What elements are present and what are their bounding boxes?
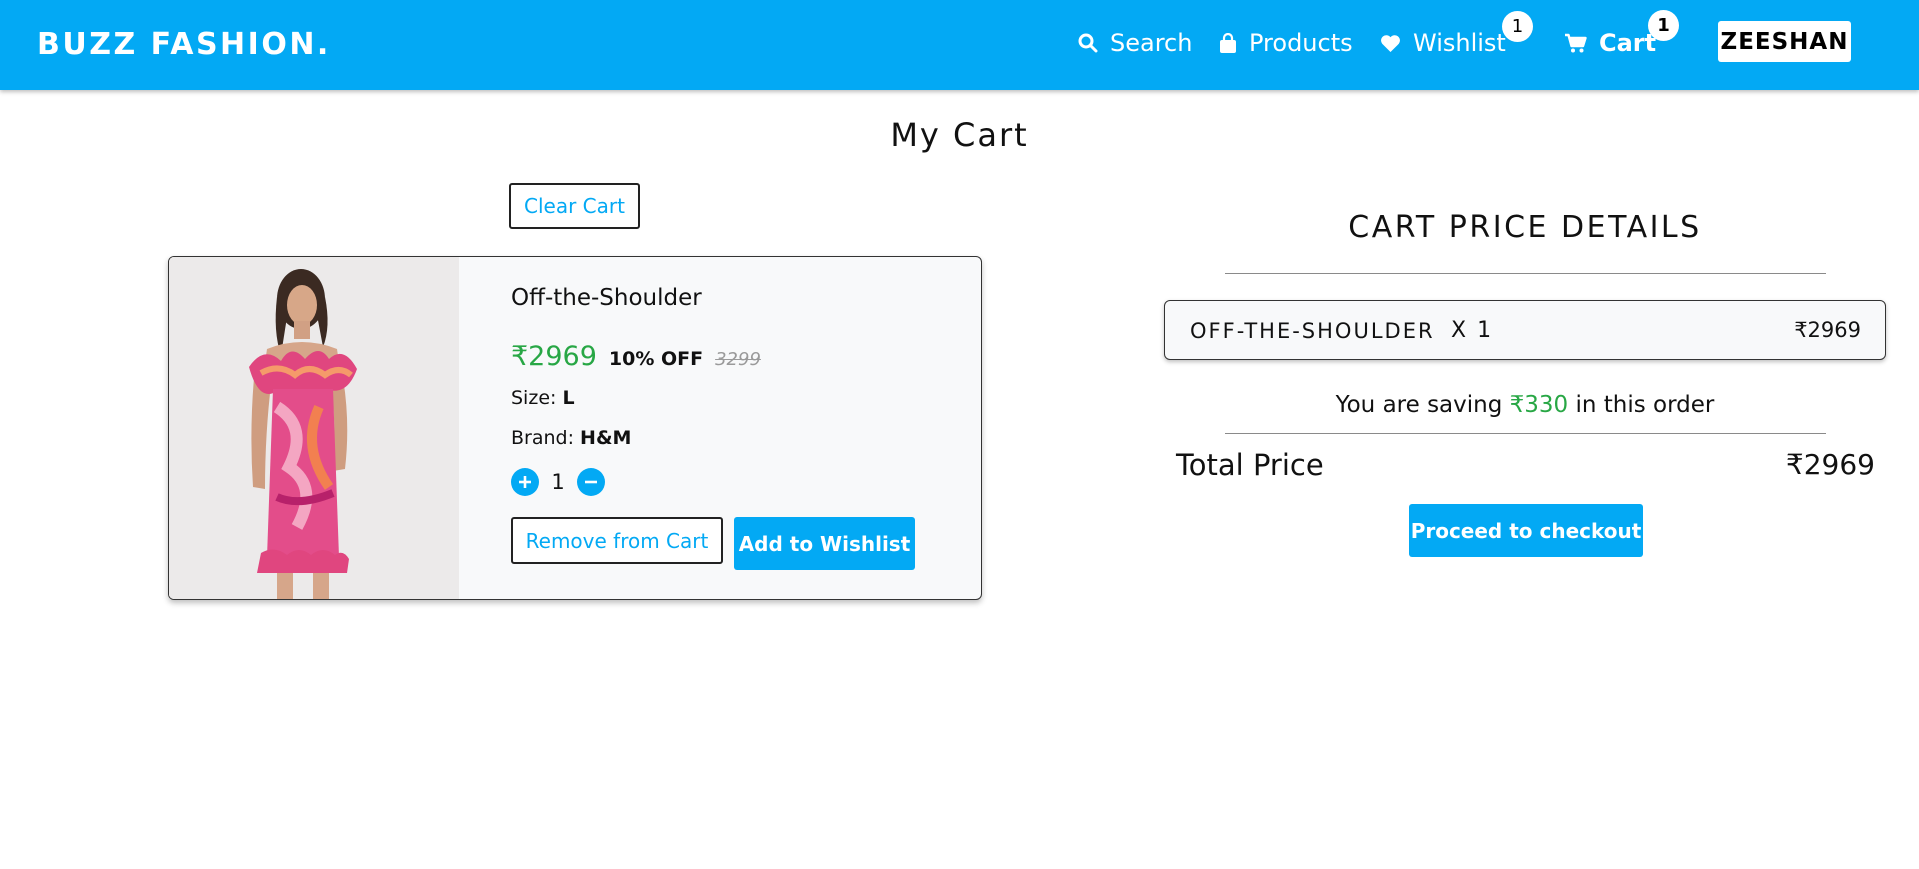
nav-wishlist-label: Wishlist [1413, 29, 1506, 57]
total-price-value: ₹2969 [1785, 448, 1875, 481]
quantity-value: 1 [551, 470, 565, 494]
price-details-title: CART PRICE DETAILS [1348, 210, 1702, 245]
savings-suffix: in this order [1575, 392, 1715, 418]
increase-quantity-button[interactable] [511, 468, 539, 496]
product-price: ₹2969 [511, 341, 597, 372]
remove-from-cart-button[interactable]: Remove from Cart [511, 517, 723, 564]
price-row: ₹2969 10% OFF 3299 [511, 341, 761, 372]
line-item-quantity: X 1 [1451, 318, 1494, 343]
total-price-label: Total Price [1176, 448, 1324, 482]
original-price: 3299 [715, 349, 761, 370]
add-to-wishlist-button[interactable]: Add to Wishlist [734, 517, 915, 570]
line-item-name: OFF-THE-SHOULDER [1190, 319, 1435, 343]
discount-badge: 10% OFF [608, 348, 704, 370]
savings-amount: ₹330 [1509, 392, 1569, 418]
cart-icon [1565, 33, 1587, 53]
minus-icon [585, 480, 597, 484]
plus-icon [519, 476, 531, 488]
page-title: My Cart [890, 116, 1029, 154]
cart-item-card: Off-the-Shoulder ₹2969 10% OFF 3299 Size… [168, 256, 982, 600]
proceed-to-checkout-button[interactable]: Proceed to checkout [1409, 504, 1643, 557]
nav-products[interactable]: Products [1219, 26, 1353, 60]
product-name: Off-the-Shoulder [511, 285, 702, 311]
savings-prefix: You are saving [1335, 392, 1503, 418]
dress-model-illustration [169, 257, 459, 599]
decrease-quantity-button[interactable] [577, 468, 605, 496]
nav-cart[interactable]: Cart [1564, 26, 1656, 60]
brand-label: Brand: [511, 427, 574, 449]
nav-cart-label: Cart [1599, 29, 1657, 57]
nav-products-label: Products [1249, 29, 1353, 57]
navbar: BUZZ FASHION. Search Products Wishlist 1… [0, 0, 1919, 90]
user-profile-button[interactable]: ZEESHAN [1718, 21, 1851, 62]
quantity-stepper: 1 [511, 468, 605, 496]
savings-message: You are saving ₹330 in this order [1164, 392, 1886, 418]
brand-row: Brand: H&M [511, 427, 631, 449]
divider [1225, 273, 1826, 274]
nav-wishlist[interactable]: Wishlist [1380, 26, 1506, 60]
brand-value: H&M [580, 427, 632, 449]
nav-search[interactable]: Search [1078, 26, 1192, 60]
divider [1225, 433, 1826, 434]
nav-search-label: Search [1110, 29, 1193, 57]
size-row: Size: L [511, 387, 575, 409]
product-image[interactable] [169, 257, 459, 599]
line-item-price: ₹2969 [1794, 318, 1861, 342]
clear-cart-button[interactable]: Clear Cart [509, 183, 640, 229]
price-line-item: OFF-THE-SHOULDER X 1 ₹2969 [1164, 300, 1886, 360]
shopping-bag-icon [1220, 32, 1236, 53]
brand-logo[interactable]: BUZZ FASHION. [37, 27, 331, 62]
size-label: Size: [511, 387, 557, 409]
size-value: L [562, 387, 575, 409]
cart-count-badge: 1 [1648, 10, 1679, 41]
wishlist-count-badge: 1 [1502, 11, 1533, 42]
heart-icon [1381, 34, 1400, 52]
search-icon [1078, 33, 1098, 53]
